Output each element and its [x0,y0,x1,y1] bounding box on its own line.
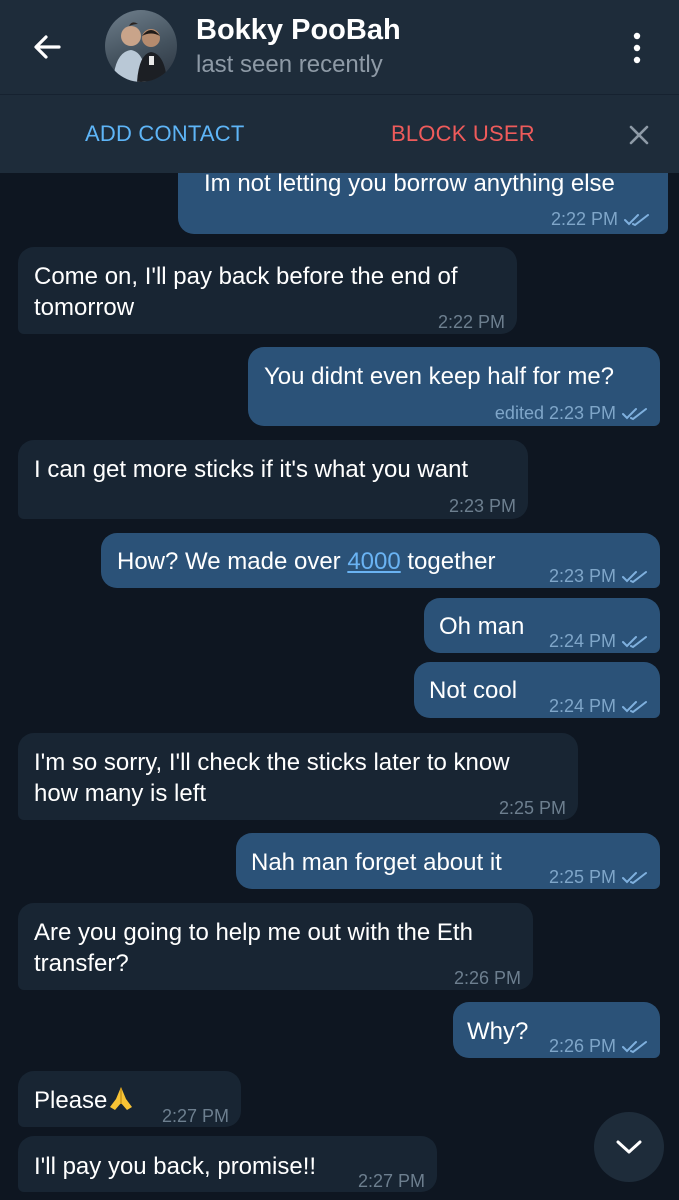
message-time: 2:26 PM [453,968,521,988]
scroll-to-bottom-button[interactable] [594,1112,664,1182]
message-time: 2:27 PM [161,1106,229,1126]
message-text-part: How? We made over [117,548,348,575]
message-text: Please [34,1085,135,1116]
message-time: 2:25 PM [548,867,616,887]
message-text: Not cool [429,677,518,704]
add-contact-button[interactable]: ADD CONTACT [85,121,244,147]
message-incoming[interactable]: Are you going to help me out with the Et… [18,903,533,990]
chevron-down-icon [616,1140,642,1154]
contact-action-bar: ADD CONTACT BLOCK USER [0,94,679,173]
double-check-icon [624,213,649,226]
message-outgoing[interactable]: You didnt even keep half for me? edited … [248,347,660,426]
message-time: 2:25 PM [498,798,566,818]
message-incoming[interactable]: I can get more sticks if it's what you w… [18,440,528,519]
more-options-button[interactable] [617,24,657,72]
message-time: 2:23 PM [448,496,516,516]
message-text-line: I'm so sorry, I'll check the sticks late… [34,749,510,776]
double-check-icon [622,871,647,884]
message-time: 2:22 PM [550,209,618,229]
back-button[interactable] [22,22,72,72]
phone-number-link[interactable]: 4000 [347,548,400,575]
message-incoming[interactable]: Come on, I'll pay back before the end of… [18,247,517,334]
message-time: 2:27 PM [357,1171,425,1191]
message-text: Nah man forget about it [251,849,502,876]
more-vert-icon [633,32,641,64]
message-text-line: how many is left [34,780,207,807]
message-text-line: tomorrow [34,294,135,321]
double-check-icon [622,407,647,420]
back-arrow-icon [34,35,61,59]
message-time: 2:26 PM [548,1036,616,1056]
message-outgoing[interactable]: How? We made over 4000 together 2:23 PM [101,533,660,588]
message-incoming[interactable]: I'll pay you back, promise!! 2:27 PM [18,1136,437,1192]
message-meta: 2:25 PM [549,862,648,893]
message-time: 2:22 PM [437,312,505,332]
close-action-bar-button[interactable] [617,113,661,157]
message-text: Why? [467,1018,529,1045]
avatar-photo [113,22,167,82]
message-incoming[interactable]: I'm so sorry, I'll check the sticks late… [18,733,578,820]
message-time: 2:23 PM [548,566,616,586]
double-check-icon [622,635,647,648]
message-outgoing[interactable]: Why? 2:26 PM [453,1002,660,1058]
message-text: How? We made over 4000 together [117,546,495,577]
message-meta: 2:24 PM [549,691,648,722]
message-text-part: together [400,548,496,575]
message-time: 2:24 PM [548,696,616,716]
message-outgoing[interactable]: Not cool 2:24 PM [414,662,660,718]
message-time: edited 2:23 PM [494,403,616,423]
message-text: I'll pay you back, promise!! [34,1153,317,1180]
block-user-button[interactable]: BLOCK USER [391,121,535,147]
message-text-line: Come on, I'll pay back before the end of [34,263,458,290]
chat-screen: Bokky PooBah last seen recently ADD CONT… [0,0,679,1200]
double-check-icon [622,1040,647,1053]
message-text: I can get more sticks if it's what you w… [34,456,469,483]
message-outgoing[interactable]: Nah man forget about it 2:25 PM [236,833,660,889]
message-text-part: Please [34,1087,108,1114]
close-icon [629,125,649,145]
message-text: Oh man [439,613,525,640]
double-check-icon [622,570,647,583]
message-meta: 2:26 PM [549,1031,648,1062]
message-text-line: transfer? [34,950,129,977]
chat-header: Bokky PooBah last seen recently [0,0,679,94]
message-text: You didnt even keep half for me? [264,363,615,390]
last-seen-status: last seen recently [196,51,383,78]
message-text-line: Are you going to help me out with the Et… [34,919,473,946]
contact-name[interactable]: Bokky PooBah [196,14,401,47]
avatar[interactable] [105,10,177,82]
message-incoming[interactable]: Please 2:27 PM [18,1071,241,1127]
message-meta: 2:23 PM [549,561,648,592]
message-outgoing[interactable]: Oh man 2:24 PM [424,598,660,653]
double-check-icon [622,700,647,713]
message-meta: edited 2:23 PM [495,398,648,429]
message-time: 2:24 PM [548,631,616,651]
message-meta: 2:22 PM [551,204,650,235]
message-meta: 2:24 PM [549,626,648,657]
folded-hands-emoji [107,1085,135,1111]
